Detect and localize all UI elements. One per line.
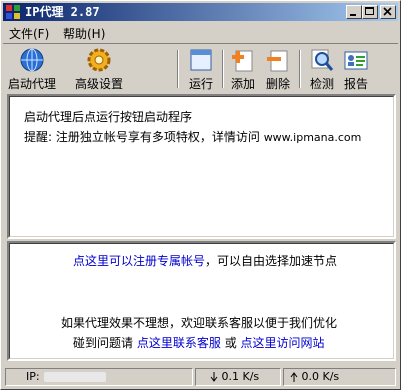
main-window: IP代理 2.87 文件(F) 帮助(H) 启动代理 高级设置 运行 添加 删除… [0, 0, 401, 390]
close-button[interactable] [380, 5, 396, 19]
down-arrow-icon [210, 372, 218, 382]
window-icon [190, 49, 212, 71]
check-label: 检测 [309, 77, 334, 91]
menu-bar: 文件(F) 帮助(H) [3, 23, 398, 41]
issue-prefix: 碰到问题请 [73, 336, 134, 350]
up-arrow-icon [290, 372, 298, 382]
title-bar: IP代理 2.87 [3, 3, 398, 21]
contact-support-link[interactable]: 点这里联系客服 [137, 336, 221, 350]
minimize-icon [350, 14, 356, 16]
reminder-text: 提醒: 注册独立帐号享有多项特权，详情访问 www.ipmana.com [24, 128, 361, 145]
remove-icon [267, 50, 288, 72]
run-button[interactable]: 运行 [185, 47, 217, 91]
issue-line: 碰到问题请 点这里联系客服 或 点这里访问网站 [73, 334, 325, 351]
run-label: 运行 [188, 77, 213, 91]
reminder-prefix: 提醒: 注册独立帐号享有多项特权，详情访问 [24, 130, 264, 144]
menu-file[interactable]: 文件(F) [9, 25, 49, 42]
gear-icon [87, 48, 111, 72]
remove-button[interactable]: 删除 [263, 47, 293, 91]
or-text: 或 [224, 336, 237, 350]
register-line: 点这里可以注册专属帐号，可以自由选择加速节点 [73, 252, 337, 269]
toolbar-separator [177, 50, 179, 88]
download-speed: 0.1 K/s [195, 368, 281, 386]
app-icon [6, 5, 20, 19]
toolbar-separator [299, 50, 301, 88]
site-url: www.ipmana.com [263, 131, 362, 144]
add-icon [232, 50, 253, 72]
start-instructions: 启动代理后点运行按钮启动程序 [24, 110, 193, 124]
toolbar-separator [222, 50, 224, 88]
globe-icon [20, 48, 44, 72]
start-proxy-label: 启动代理 [7, 77, 56, 91]
report-card-icon [344, 51, 368, 70]
visit-website-link[interactable]: 点这里访问网站 [241, 336, 325, 350]
close-icon [383, 7, 392, 16]
start-proxy-button[interactable]: 启动代理 [5, 47, 59, 91]
toolbar: 启动代理 高级设置 运行 添加 删除 检测 报告 [3, 43, 398, 92]
notice-panel: 点这里可以注册专属帐号，可以自由选择加速节点 如果代理效果不理想，欢迎联系客服以… [7, 241, 396, 361]
status-bar: IP: 0.1 K/s 0.0 K/s [3, 366, 398, 388]
feedback-text: 如果代理效果不理想，欢迎联系客服以便于我们优化 [61, 316, 338, 330]
add-label: 添加 [230, 77, 255, 91]
ip-value-redacted [43, 372, 106, 382]
register-suffix: ，可以自由选择加速节点 [205, 254, 338, 268]
upload-speed-value: 0.0 K/s [301, 370, 340, 383]
magnifier-icon [311, 49, 334, 71]
advanced-settings-button[interactable]: 高级设置 [69, 47, 129, 91]
maximize-icon [365, 7, 374, 15]
check-button[interactable]: 检测 [307, 47, 337, 91]
menu-help[interactable]: 帮助(H) [63, 25, 105, 42]
ip-status: IP: [5, 368, 193, 386]
upload-speed: 0.0 K/s [283, 368, 396, 386]
window-title: IP代理 2.87 [25, 5, 100, 19]
maximize-button[interactable] [362, 5, 378, 19]
register-link[interactable]: 点这里可以注册专属帐号 [73, 254, 205, 268]
info-panel: 启动代理后点运行按钮启动程序 提醒: 注册独立帐号享有多项特权，详情访问 www… [7, 94, 396, 239]
report-button[interactable]: 报告 [341, 47, 371, 91]
advanced-settings-label: 高级设置 [74, 77, 123, 91]
report-label: 报告 [343, 77, 368, 91]
download-speed-value: 0.1 K/s [221, 370, 260, 383]
ip-label: IP: [26, 370, 40, 383]
minimize-button[interactable] [346, 5, 362, 19]
add-button[interactable]: 添加 [229, 47, 257, 91]
remove-label: 删除 [265, 77, 290, 91]
